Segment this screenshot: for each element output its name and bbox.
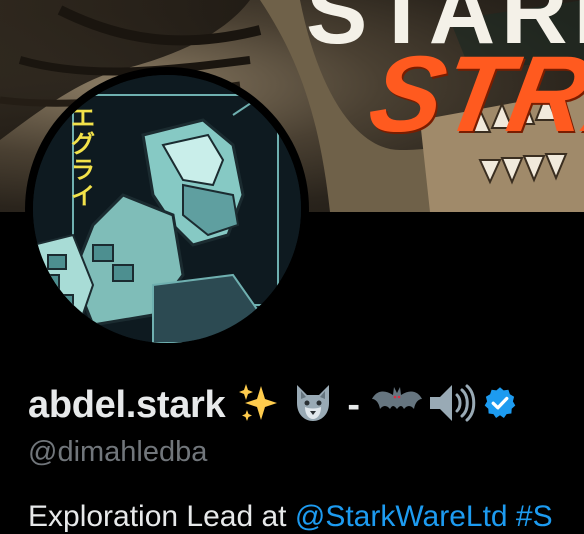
wolf-emoji (291, 381, 335, 430)
banner-title-orange: STRA (361, 33, 584, 154)
avatar-kana: エグライ (71, 104, 95, 210)
display-name: abdel.stark (28, 383, 226, 426)
user-handle: @dimahledba (28, 436, 208, 468)
bat-emoji (372, 383, 423, 428)
avatar[interactable]: エグライ (33, 75, 301, 343)
name-dash: - (347, 383, 361, 426)
verified-badge-icon[interactable] (482, 385, 518, 426)
bio-mention-link[interactable]: @StarkWareLtd #S (295, 500, 553, 533)
speaker-emoji (426, 381, 476, 430)
display-name-row: abdel.stark - (28, 380, 518, 430)
sparkles-emoji (237, 382, 279, 429)
bio: Exploration Lead at @StarkWareLtd #S (28, 500, 553, 534)
bio-text: Exploration Lead at (28, 500, 295, 533)
